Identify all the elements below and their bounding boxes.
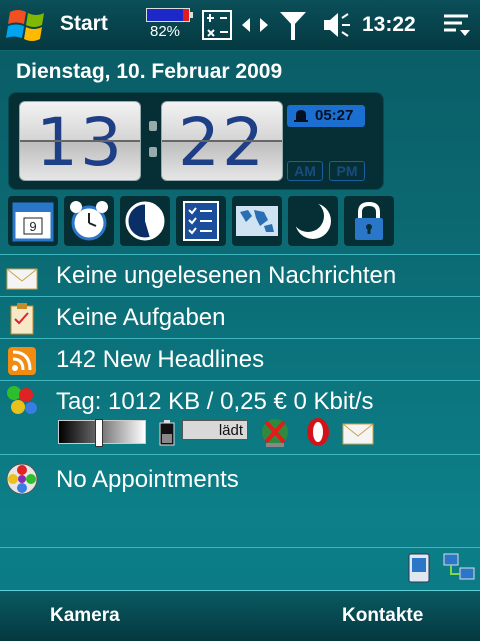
network-computers-icon[interactable] (442, 552, 476, 584)
tasks-label: Keine Aufgaben (56, 304, 226, 331)
alarm-clock-icon[interactable] (64, 196, 114, 246)
softkey-bar: Kamera Kontakte (0, 590, 480, 641)
traffic-label: Tag: 1012 KB / 0,25 € 0 Kbit/s (56, 388, 374, 415)
envelope-icon (6, 268, 38, 290)
charging-status: lädt (182, 420, 248, 440)
clock-colon (149, 117, 157, 161)
start-button[interactable]: Start (60, 12, 108, 36)
mail-icon[interactable] (340, 416, 376, 448)
clock-widget[interactable]: 13 22 05:27 AM PM (8, 92, 384, 190)
calendar-wheel-icon (6, 463, 38, 495)
brightness-slider[interactable] (58, 419, 146, 447)
headlines-label: 142 New Headlines (56, 346, 265, 373)
status-time[interactable]: 13:22 (362, 13, 416, 37)
status-bar: Start 82% 13:22 (0, 0, 480, 51)
tasks-row[interactable]: Keine Aufgaben (0, 296, 480, 339)
lock-icon[interactable] (344, 196, 394, 246)
messages-row[interactable]: Keine ungelesenen Nachrichten (0, 254, 480, 297)
am-indicator: AM (287, 161, 323, 181)
rss-icon (8, 347, 36, 375)
appointments-label: No Appointments (56, 466, 239, 493)
alarm-time: 05:27 (315, 107, 354, 124)
bell-icon (294, 110, 308, 122)
volume-icon[interactable] (320, 8, 354, 42)
traffic-balls-icon (7, 386, 37, 414)
battery-percent: 82% (150, 23, 181, 40)
device-icon[interactable] (406, 552, 432, 584)
battery-icon[interactable] (156, 420, 178, 446)
headlines-row[interactable]: 142 New Headlines (0, 338, 480, 381)
timer-icon[interactable] (120, 196, 170, 246)
opera-icon[interactable] (304, 416, 332, 448)
messages-label: Keine ungelesenen Nachrichten (56, 262, 397, 289)
world-map-icon[interactable] (232, 196, 282, 246)
network-settings-icon[interactable] (200, 8, 234, 42)
clock-minutes: 22 (161, 101, 283, 181)
data-connection-icon[interactable] (238, 8, 272, 42)
menu-icon[interactable] (440, 8, 474, 42)
clipboard-icon (10, 303, 34, 335)
tasks-icon[interactable] (176, 196, 226, 246)
svg-text:9: 9 (29, 219, 36, 234)
globe-close-icon[interactable] (258, 416, 292, 448)
windows-logo-icon[interactable] (4, 6, 54, 46)
slider-handle[interactable] (95, 419, 103, 447)
pm-indicator: PM (329, 161, 365, 181)
calendar-icon[interactable]: 9 (8, 196, 58, 246)
signal-strength-icon[interactable] (276, 8, 310, 42)
date-label[interactable]: Dienstag, 10. Februar 2009 (16, 60, 282, 84)
alarm-indicator[interactable]: 05:27 (287, 105, 365, 127)
right-softkey[interactable]: Kontakte (342, 605, 423, 627)
appointments-row[interactable]: No Appointments (0, 454, 480, 548)
battery-icon[interactable] (146, 8, 193, 22)
clock-hours: 13 (19, 101, 141, 181)
moon-icon[interactable] (288, 196, 338, 246)
left-softkey[interactable]: Kamera (50, 605, 120, 627)
